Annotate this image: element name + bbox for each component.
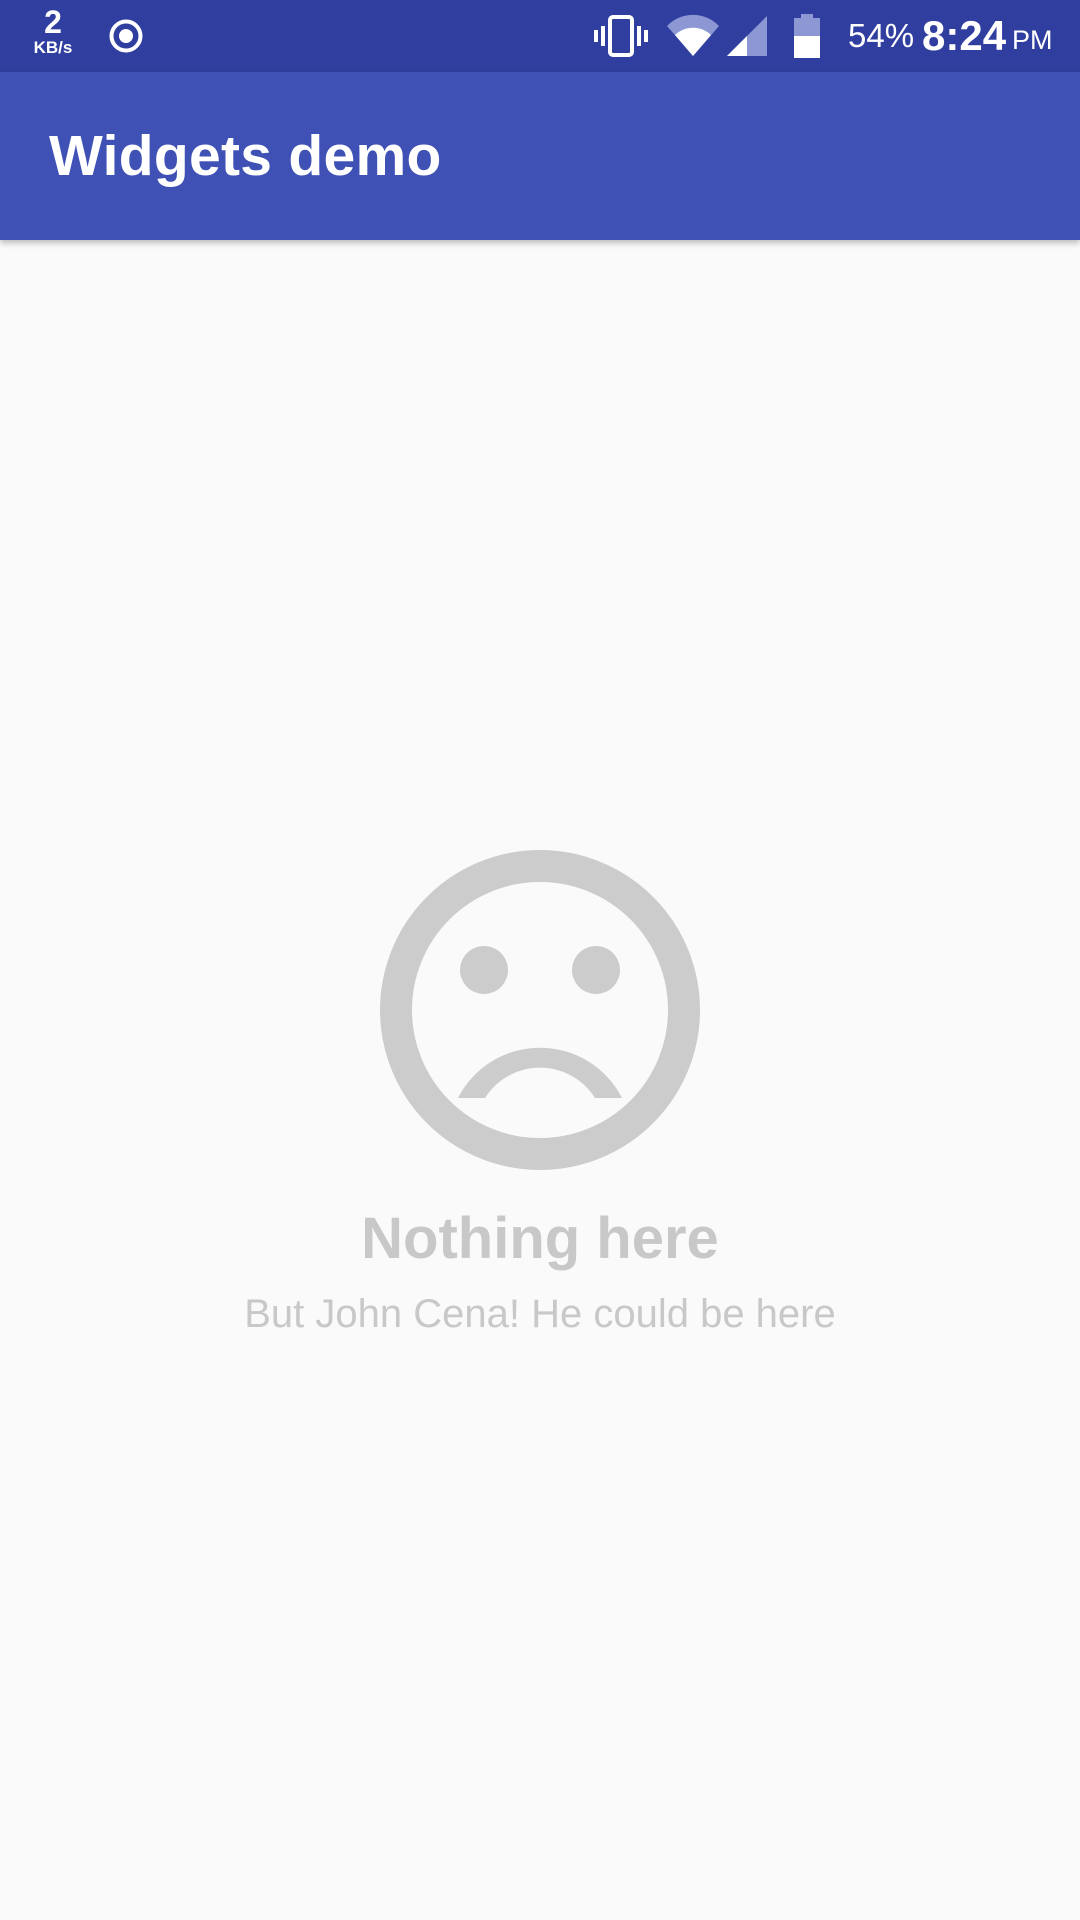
app-bar: Widgets demo [0,72,1080,240]
network-speed-unit: KB/s [33,38,73,57]
cell-signal-icon [724,0,770,72]
network-speed-indicator: 2 KB/s [24,6,82,56]
empty-state-title: Nothing here [361,1206,719,1271]
app-title: Widgets demo [49,124,442,188]
sync-circle-icon [104,0,148,72]
status-bar: 2 KB/s 54% 8:24 PM [0,0,1080,72]
empty-state-subtitle: But John Cena! He could be here [244,1292,836,1336]
clock-time: 8:24 [922,12,1007,59]
vibrate-icon [592,0,650,72]
wifi-icon [664,0,722,72]
network-speed-value: 2 [44,4,62,40]
clock-ampm: PM [1012,24,1053,55]
sad-face-icon [380,850,700,1170]
battery-icon [790,0,824,72]
battery-percentage: 54% [848,17,915,54]
empty-state: Nothing here But John Cena! He could be … [0,240,1080,1920]
